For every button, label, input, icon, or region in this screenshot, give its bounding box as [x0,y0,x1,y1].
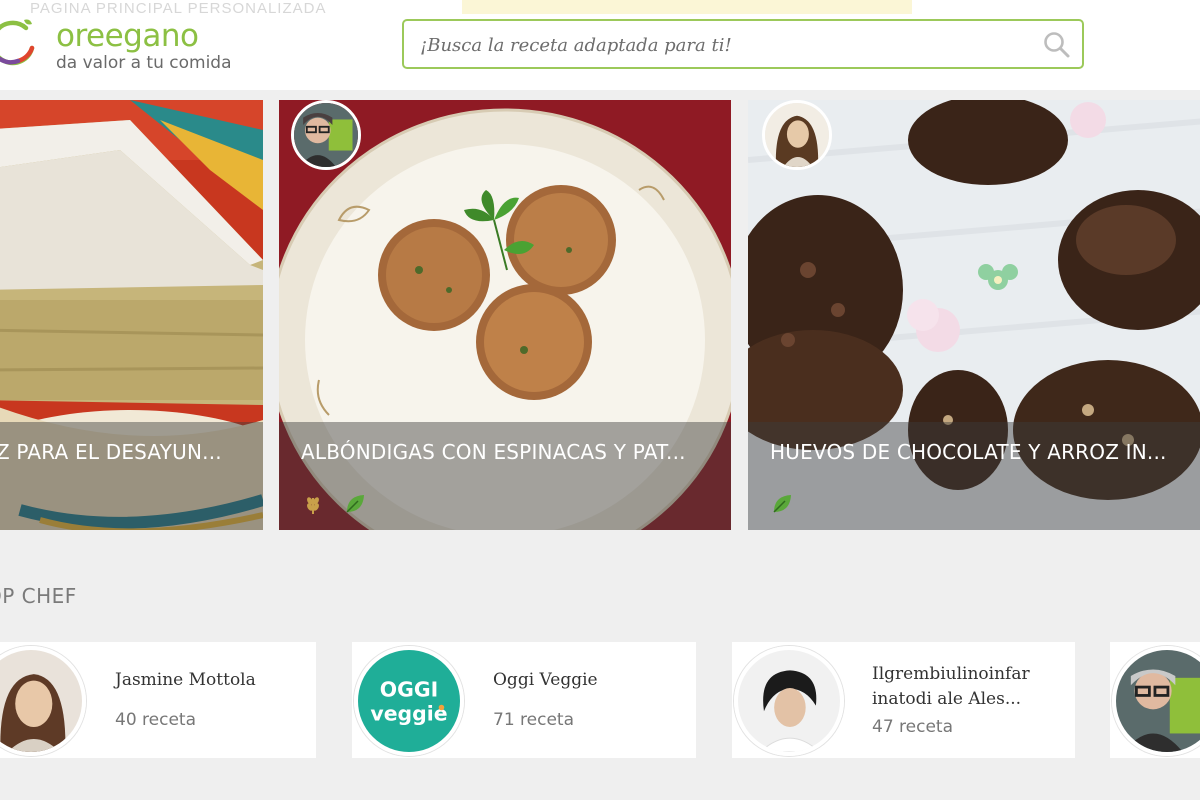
diet-icons [301,492,367,516]
search-icon[interactable] [1042,30,1072,60]
recipe-caption-bar [748,422,1200,530]
recipe-card[interactable]: OZ PARA EL DESAYUN... [0,100,263,530]
chef-recipe-count: 40 receta [115,710,196,730]
recipe-title[interactable]: ALBÓNDIGAS CON ESPINACAS Y PAT... [301,440,686,464]
chef-photo[interactable] [734,646,844,756]
search-box [402,19,1084,69]
recipe-caption-bar [0,422,263,530]
svg-text:veggie: veggie [370,701,447,725]
logo-tagline: da valor a tu comida [56,53,232,73]
chef-recipe-count: 71 receta [493,710,574,730]
recipe-card[interactable]: ALBÓNDIGAS CON ESPINACAS Y PAT... [279,100,731,530]
chef-name[interactable]: Oggi Veggie [493,669,598,691]
site-header: PAGINA PRINCIPAL PERSONALIZADA oreegano … [0,0,1200,90]
diet-icons [770,492,794,516]
wheat-icon [307,497,319,514]
header-ghost-bar [462,0,912,14]
chef-name-continued[interactable]: inatodi ale Ales... [872,688,1021,710]
leaf-icon [773,495,791,513]
top-chef-heading: OP CHEF [0,584,77,608]
logo-ring-icon [0,19,35,66]
chef-avatar[interactable] [762,100,832,170]
recipe-title[interactable]: OZ PARA EL DESAYUN... [0,440,222,464]
recipe-title[interactable]: HUEVOS DE CHOCOLATE Y ARROZ IN... [770,440,1167,464]
logo-name: oreegano [56,18,199,54]
chef-name[interactable]: Ilgrembiulinoinfar [872,663,1030,685]
chef-name[interactable]: Jasmine Mottola [115,669,256,691]
leaf-icon [346,495,364,513]
chef-recipe-count: 47 receta [872,717,953,737]
search-input[interactable] [420,32,1020,58]
chef-avatar[interactable] [291,100,361,170]
recipe-card[interactable]: HUEVOS DE CHOCOLATE Y ARROZ IN... [748,100,1200,530]
chef-photo[interactable]: OGGI veggie [354,646,464,756]
site-logo[interactable]: oreegano da valor a tu comida [0,8,280,78]
svg-text:OGGI: OGGI [380,677,438,701]
